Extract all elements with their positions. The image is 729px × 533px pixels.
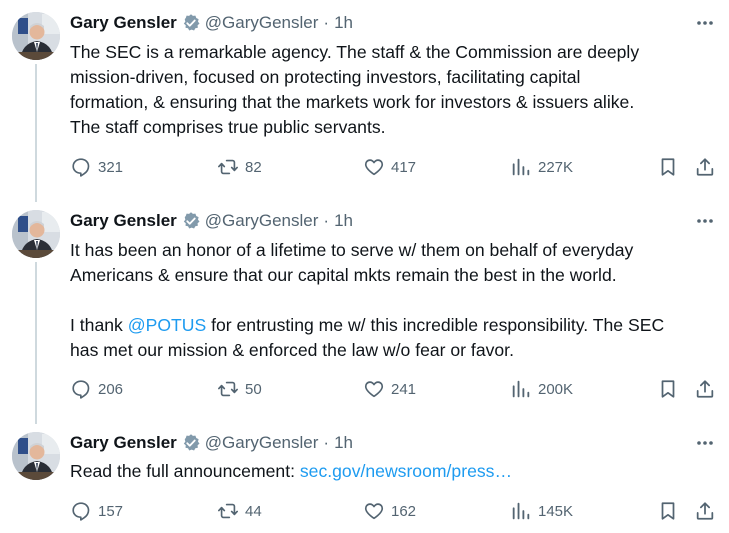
views-count: 145K	[538, 502, 574, 520]
author-name[interactable]: Gary Gensler	[70, 433, 177, 453]
avatar[interactable]	[12, 432, 60, 480]
tweet-text-line: The staff comprises true public servants…	[70, 117, 386, 137]
tweet-text-line: It has been an honor of a lifetime to se…	[70, 240, 634, 260]
like-heart-icon	[363, 156, 385, 178]
tweet-timestamp[interactable]: 1h	[334, 13, 353, 33]
like-button[interactable]: 162	[363, 500, 416, 522]
like-count: 417	[391, 158, 417, 176]
like-button[interactable]: 241	[363, 378, 416, 400]
text-segment: I thank	[70, 315, 128, 335]
more-horizontal-icon[interactable]	[695, 13, 715, 33]
bookmark-icon	[657, 156, 679, 178]
tweet-text: Read the full announcement: sec.gov/news…	[70, 459, 720, 484]
like-count: 162	[391, 502, 417, 520]
share-icon	[694, 378, 716, 400]
share-icon	[694, 156, 716, 178]
views-button[interactable]: 227K	[510, 156, 573, 178]
tweet-actions: 206 50 241 200K	[70, 378, 720, 402]
tweet-text-line: The SEC is a remarkable agency. The staf…	[70, 42, 640, 62]
tweet-actions: 321 82 417 227K	[70, 156, 720, 180]
text-segment: Read the full announcement:	[70, 461, 300, 481]
reply-icon	[70, 156, 92, 178]
retweet-icon	[217, 378, 239, 400]
like-heart-icon	[363, 500, 385, 522]
avatar[interactable]	[12, 12, 60, 60]
reply-count: 157	[98, 502, 124, 520]
author-handle[interactable]: @GaryGensler	[205, 211, 319, 231]
retweet-count: 82	[245, 158, 262, 176]
share-button[interactable]	[694, 156, 716, 178]
verified-badge-icon	[181, 211, 201, 231]
more-horizontal-icon[interactable]	[695, 433, 715, 453]
verified-badge-icon	[181, 13, 201, 33]
tweet-text: The SEC is a remarkable agency. The staf…	[70, 40, 720, 140]
like-heart-icon	[363, 378, 385, 400]
tweet-header: Gary Gensler @GaryGensler · 1h	[70, 12, 353, 34]
tweet-text-line: mission-driven, focused on protecting in…	[70, 67, 581, 87]
views-bar-chart-icon	[510, 378, 532, 400]
views-button[interactable]: 200K	[510, 378, 573, 400]
more-horizontal-icon[interactable]	[695, 211, 715, 231]
bookmark-button[interactable]	[657, 500, 679, 522]
tweet-text-line: I thank @POTUS for entrusting me w/ this…	[70, 313, 720, 338]
tweet-text: It has been an honor of a lifetime to se…	[70, 238, 720, 363]
author-name[interactable]: Gary Gensler	[70, 13, 177, 33]
views-bar-chart-icon	[510, 500, 532, 522]
views-count: 227K	[538, 158, 574, 176]
views-count: 200K	[538, 380, 574, 398]
bookmark-button[interactable]	[657, 378, 679, 400]
tweet-header: Gary Gensler @GaryGensler · 1h	[70, 432, 353, 454]
tweet-text-line: Read the full announcement: sec.gov/news…	[70, 459, 720, 484]
retweet-count: 44	[245, 502, 262, 520]
tweet[interactable]: Gary Gensler @GaryGensler · 1h Read the …	[0, 420, 729, 533]
share-button[interactable]	[694, 500, 716, 522]
tweet-actions: 157 44 162 145K	[70, 500, 720, 524]
separator-dot: ·	[323, 13, 330, 32]
tweet-header: Gary Gensler @GaryGensler · 1h	[70, 210, 353, 232]
mention-link[interactable]: @POTUS	[128, 315, 206, 335]
reply-button[interactable]: 157	[70, 500, 123, 522]
retweet-icon	[217, 500, 239, 522]
retweet-icon	[217, 156, 239, 178]
retweet-count: 50	[245, 380, 262, 398]
author-handle[interactable]: @GaryGensler	[205, 13, 319, 33]
author-handle[interactable]: @GaryGensler	[205, 433, 319, 453]
retweet-button[interactable]: 44	[217, 500, 262, 522]
tweet[interactable]: Gary Gensler @GaryGensler · 1h It has be…	[0, 198, 729, 422]
bookmark-button[interactable]	[657, 156, 679, 178]
tweet-timestamp[interactable]: 1h	[334, 211, 353, 231]
separator-dot: ·	[323, 433, 330, 452]
views-bar-chart-icon	[510, 156, 532, 178]
views-button[interactable]: 145K	[510, 500, 573, 522]
reply-count: 206	[98, 380, 124, 398]
like-button[interactable]: 417	[363, 156, 416, 178]
reply-icon	[70, 378, 92, 400]
tweet-text-line: formation, & ensuring that the markets w…	[70, 92, 635, 112]
reply-count: 321	[98, 158, 124, 176]
tweet-text-line: has met our mission & enforced the law w…	[70, 340, 514, 360]
bookmark-icon	[657, 500, 679, 522]
reply-button[interactable]: 321	[70, 156, 123, 178]
like-count: 241	[391, 380, 417, 398]
tweet[interactable]: Gary Gensler @GaryGensler · 1h The SEC i…	[0, 0, 729, 200]
retweet-button[interactable]: 82	[217, 156, 262, 178]
bookmark-icon	[657, 378, 679, 400]
retweet-button[interactable]: 50	[217, 378, 262, 400]
share-icon	[694, 500, 716, 522]
tweet-timestamp[interactable]: 1h	[334, 433, 353, 453]
reply-button[interactable]: 206	[70, 378, 123, 400]
reply-icon	[70, 500, 92, 522]
share-button[interactable]	[694, 378, 716, 400]
text-segment: for entrusting me w/ this incredible res…	[206, 315, 665, 335]
tweet-text-line: Americans & ensure that our capital mkts…	[70, 265, 617, 285]
separator-dot: ·	[323, 211, 330, 230]
announcement-link[interactable]: sec.gov/newsroom/press…	[300, 461, 512, 481]
author-name[interactable]: Gary Gensler	[70, 211, 177, 231]
verified-badge-icon	[181, 433, 201, 453]
avatar[interactable]	[12, 210, 60, 258]
